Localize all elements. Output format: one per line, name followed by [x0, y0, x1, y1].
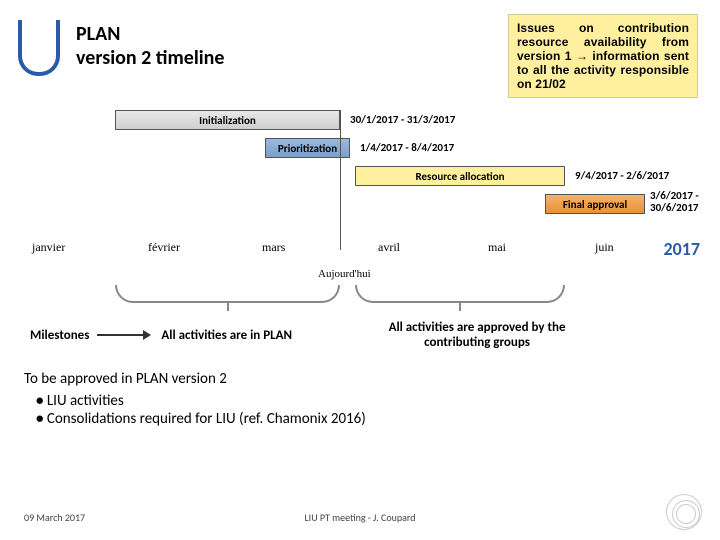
range-initialization: 30/1/2017 - 31/3/2017 — [350, 113, 455, 126]
approved-item: LIU activities — [24, 392, 366, 410]
bar-prioritization: Prioritization — [265, 138, 350, 158]
title-line2: version 2 timeline — [76, 46, 224, 70]
logo — [18, 20, 60, 76]
callout-box: Issues on contribution resource availabi… — [508, 14, 698, 98]
today-label: Aujourd'hui — [318, 268, 371, 280]
month-apr: avril — [378, 240, 400, 255]
milestone-2: All activities are approved by the contr… — [362, 320, 592, 350]
footer-date: 09 March 2017 — [24, 511, 85, 524]
month-mar: mars — [262, 240, 285, 255]
bar-initialization-label: Initialization — [199, 114, 256, 127]
bar-resource-allocation: Resource allocation — [355, 166, 565, 186]
bar-prioritization-label: Prioritization — [278, 142, 337, 155]
arrow-icon — [97, 334, 149, 336]
cern-logo-icon — [666, 494, 702, 530]
curly-left — [115, 285, 340, 303]
bar-final-approval: Final approval — [545, 194, 645, 214]
curly-right — [355, 285, 565, 303]
today-marker — [340, 110, 341, 250]
title-line1: PLAN — [76, 22, 120, 46]
callout-text: Issues on contribution resource availabi… — [517, 21, 689, 91]
milestones-label: Milestones — [30, 328, 89, 343]
range-resource-allocation: 9/4/2017 - 2/6/2017 — [575, 169, 669, 182]
timeline: Initialization 30/1/2017 - 31/3/2017 Pri… — [20, 110, 700, 240]
milestone-1: All activities are in PLAN — [161, 328, 292, 343]
gantt-chart: Initialization 30/1/2017 - 31/3/2017 Pri… — [20, 110, 700, 240]
month-jun: juin — [595, 240, 614, 255]
month-axis: janvier février mars avril mai juin 2017 — [20, 240, 700, 262]
bar-initialization: Initialization — [115, 110, 340, 130]
approved-item: Consolidations required for LIU (ref. Ch… — [24, 410, 366, 428]
range-final-approval: 3/6/2017 - 30/6/2017 — [650, 190, 710, 214]
page-title: PLAN version 2 timeline — [76, 22, 224, 70]
footer-mid: LIU PT meeting - J. Coupard — [304, 511, 415, 524]
bar-resource-allocation-label: Resource allocation — [415, 170, 504, 183]
approved-section: To be approved in PLAN version 2 LIU act… — [24, 370, 366, 428]
month-feb: février — [148, 240, 180, 255]
approved-heading: To be approved in PLAN version 2 — [24, 370, 366, 388]
milestones-row: Milestones All activities are in PLAN Al… — [30, 320, 690, 350]
year-label: 2017 — [664, 238, 701, 260]
range-prioritization: 1/4/2017 - 8/4/2017 — [360, 141, 454, 154]
bar-final-approval-label: Final approval — [563, 198, 627, 211]
month-jan: janvier — [32, 240, 65, 255]
month-may: mai — [488, 240, 506, 255]
